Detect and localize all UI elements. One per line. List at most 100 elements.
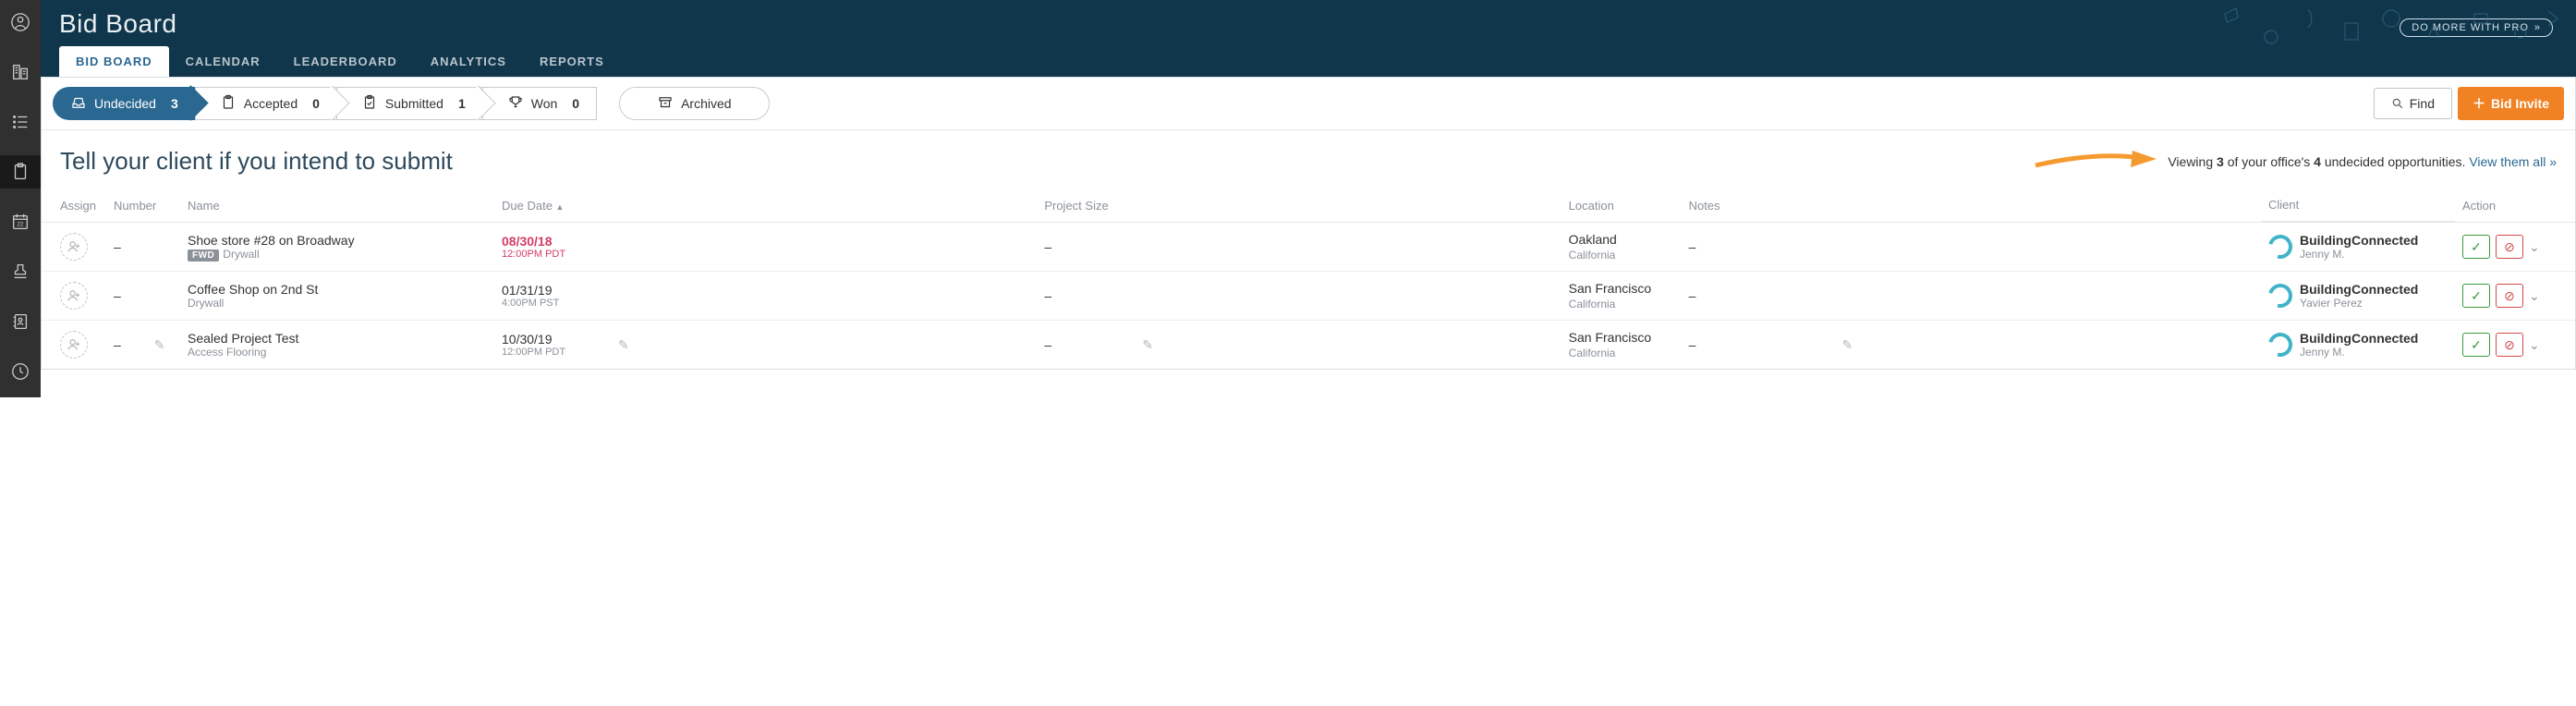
tab-bid-board[interactable]: BID BOARD [59,46,169,77]
topbar: Bid Board DO MORE WITH PRO » BID BOARD C… [41,0,2576,77]
do-more-with-pro[interactable]: DO MORE WITH PRO » [2400,18,2553,37]
cell-location: San FranciscoCalifornia [1561,321,1682,370]
archive-icon [657,94,674,114]
bid-invite-button[interactable]: ＋ Bid Invite [2458,87,2564,120]
cell-client: BuildingConnectedJenny M. [2261,321,2455,370]
building-icon [10,62,30,82]
col-action: Action [2455,189,2575,223]
nav-profile[interactable] [0,6,41,39]
tabs: BID BOARD CALENDAR LEADERBOARD ANALYTICS… [59,46,2558,77]
clipboard-icon [220,94,237,114]
chevron-right-icon: » [2534,22,2541,33]
edit-number-icon[interactable]: ✎ [149,337,171,352]
row-menu-button[interactable]: ⌄ [2529,337,2547,353]
fwd-badge: FWD [188,250,219,262]
cell-name: Sealed Project Test Access Flooring [180,321,494,370]
cell-location: San FranciscoCalifornia [1561,272,1682,321]
row-menu-button[interactable]: ⌄ [2529,239,2547,255]
find-button[interactable]: Find [2374,88,2452,119]
cell-psize: – [1037,321,1129,370]
cell-due: 10/30/1912:00PM PDT [494,321,605,370]
status-won[interactable]: Won 0 [482,87,597,120]
cell-notes: – [1682,223,1829,272]
nav-stamp[interactable] [0,255,41,288]
edit-due-icon[interactable]: ✎ [613,337,635,352]
col-location: Location [1561,189,1682,223]
assign-button[interactable] [60,331,88,359]
col-name: Name [180,189,494,223]
cell-name: Shoe store #28 on Broadway FWDDrywall [180,223,494,272]
list-icon [10,112,30,132]
clipboard-icon [10,162,30,182]
statusbar: Undecided 3 Accepted 0 Submitted 1 [42,78,2575,130]
cell-number: –✎ [106,321,180,370]
accept-button[interactable]: ✓ [2462,333,2490,357]
nav-contacts[interactable] [0,305,41,338]
client-logo-icon [2264,230,2297,263]
tray-icon [70,94,87,114]
edit-notes-icon[interactable]: ✎ [1837,337,1859,352]
table-row[interactable]: –✎ Sealed Project Test Access Flooring 1… [42,321,2575,370]
client-logo-icon [2264,279,2297,312]
status-undecided[interactable]: Undecided 3 [53,87,195,120]
nav-clipboard[interactable] [0,155,41,189]
col-assign: Assign [42,189,106,223]
left-nav: 22 [0,0,41,397]
plus-icon: ＋ [2473,94,2485,113]
calendar-icon: 22 [10,212,30,232]
col-client: Client [2261,189,2455,222]
client-logo-icon [2264,328,2297,361]
clipboard-check-icon [361,94,378,114]
row-menu-button[interactable]: ⌄ [2529,288,2547,304]
accept-button[interactable]: ✓ [2462,284,2490,308]
tab-analytics[interactable]: ANALYTICS [414,46,523,77]
decline-button[interactable]: ⊘ [2496,235,2523,259]
search-icon [2391,97,2404,110]
pointer-arrow [2031,147,2160,176]
assign-button[interactable] [60,282,88,310]
view-all-link[interactable]: View them all » [2469,154,2557,169]
headline-text: Tell your client if you intend to submit [60,147,453,176]
col-due[interactable]: Due Date ▲ [494,189,605,223]
clock-icon [10,361,30,382]
tab-leaderboard[interactable]: LEADERBOARD [277,46,414,77]
svg-text:22: 22 [17,222,24,228]
cell-number: – [106,272,180,321]
viewing-summary: Viewing 3 of your office's 4 undecided o… [2168,154,2557,169]
table-row[interactable]: – Coffee Shop on 2nd St Drywall 01/31/19… [42,272,2575,321]
tab-calendar[interactable]: CALENDAR [169,46,277,77]
sort-asc-icon: ▲ [556,202,565,212]
cell-location: OaklandCalifornia [1561,223,1682,272]
status-archived[interactable]: Archived [619,87,769,120]
cell-due: 01/31/194:00PM PST [494,272,605,321]
address-book-icon [10,311,30,332]
assign-button[interactable] [60,233,88,261]
status-submitted[interactable]: Submitted 1 [336,87,482,120]
page-title: Bid Board [59,9,2558,39]
accept-button[interactable]: ✓ [2462,235,2490,259]
nav-list[interactable] [0,105,41,139]
col-notes: Notes [1682,189,1829,223]
cell-number: – [106,223,180,272]
cell-psize: – [1037,223,1129,272]
cell-due: 08/30/1812:00PM PDT [494,223,605,272]
decline-button[interactable]: ⊘ [2496,284,2523,308]
trophy-icon [507,94,524,114]
col-psize: Project Size [1037,189,1129,223]
stamp-icon [10,262,30,282]
table-row[interactable]: – Shoe store #28 on Broadway FWDDrywall … [42,223,2575,272]
tab-reports[interactable]: REPORTS [523,46,621,77]
cell-client: BuildingConnectedYavier Perez [2261,272,2455,321]
bids-table: Assign Number Name Due Date ▲ Project Si… [42,189,2575,369]
decline-button[interactable]: ⊘ [2496,333,2523,357]
nav-calendar[interactable]: 22 [0,205,41,238]
cell-notes: – [1682,321,1829,370]
nav-buildings[interactable] [0,55,41,89]
edit-psize-icon[interactable]: ✎ [1136,337,1159,352]
cell-client: BuildingConnectedJenny M. [2261,223,2455,272]
cell-psize: – [1037,272,1129,321]
status-accepted[interactable]: Accepted 0 [195,87,336,120]
cell-notes: – [1682,272,1829,321]
col-number: Number [106,189,180,223]
nav-recent[interactable] [0,355,41,388]
